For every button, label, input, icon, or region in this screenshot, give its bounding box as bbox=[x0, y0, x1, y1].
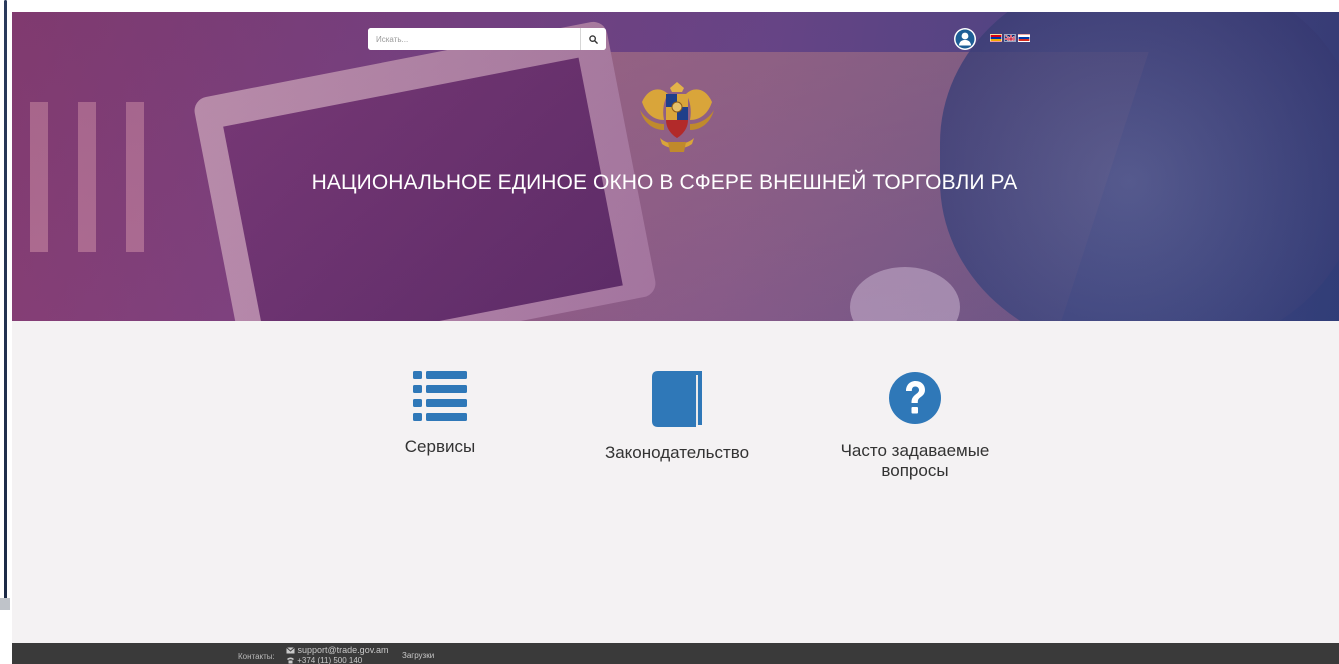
edge-line bbox=[4, 0, 7, 600]
main-content: Сервисы Законодательство Часто задаваемы… bbox=[10, 321, 1339, 643]
ru-flag-icon[interactable] bbox=[1018, 34, 1030, 42]
en-flag-icon[interactable] bbox=[1004, 34, 1016, 42]
tile-faq-label: Часто задаваемые вопросы bbox=[840, 441, 990, 480]
footer-email-text: support@trade.gov.am bbox=[297, 645, 389, 655]
language-switcher bbox=[990, 34, 1030, 42]
search-icon bbox=[589, 34, 598, 44]
footer-email[interactable]: support@trade.gov.am bbox=[286, 645, 389, 655]
footer-phone: +374 (11) 500 140 bbox=[286, 656, 362, 664]
tile-services[interactable]: Сервисы bbox=[380, 371, 500, 457]
am-flag-icon[interactable] bbox=[990, 34, 1002, 42]
phone-icon bbox=[287, 657, 294, 664]
hero-banner: НАЦИОНАЛЬНОЕ ЕДИНОЕ ОКНО В СФЕРЕ ВНЕШНЕЙ… bbox=[10, 12, 1339, 321]
user-account-icon[interactable] bbox=[954, 28, 976, 50]
footer: Контакты: support@trade.gov.am +374 (11)… bbox=[10, 643, 1339, 664]
tile-legislation[interactable]: Законодательство bbox=[582, 371, 772, 463]
tile-faq[interactable]: Часто задаваемые вопросы bbox=[810, 371, 1020, 481]
page: НАЦИОНАЛЬНОЕ ЕДИНОЕ ОКНО В СФЕРЕ ВНЕШНЕЙ… bbox=[0, 0, 1339, 664]
envelope-icon bbox=[286, 647, 295, 654]
edge-stub bbox=[0, 598, 10, 610]
footer-phone-text: +374 (11) 500 140 bbox=[297, 656, 363, 664]
search-box bbox=[368, 28, 606, 50]
search-input[interactable] bbox=[368, 28, 580, 50]
page-title: НАЦИОНАЛЬНОЕ ЕДИНОЕ ОКНО В СФЕРЕ ВНЕШНЕЙ… bbox=[311, 171, 1018, 194]
question-circle-icon bbox=[889, 372, 941, 424]
list-icon bbox=[413, 371, 467, 421]
footer-downloads-link[interactable]: Загрузки bbox=[402, 651, 434, 660]
book-icon bbox=[652, 371, 702, 427]
search-button[interactable] bbox=[580, 28, 606, 50]
tile-services-label: Сервисы bbox=[404, 437, 476, 456]
left-edge-artifact bbox=[0, 0, 12, 664]
footer-contacts-label: Контакты: bbox=[238, 652, 275, 661]
bg-shade bbox=[10, 12, 1339, 321]
coat-of-arms-icon bbox=[640, 82, 714, 152]
tile-legislation-label: Законодательство bbox=[604, 443, 750, 462]
